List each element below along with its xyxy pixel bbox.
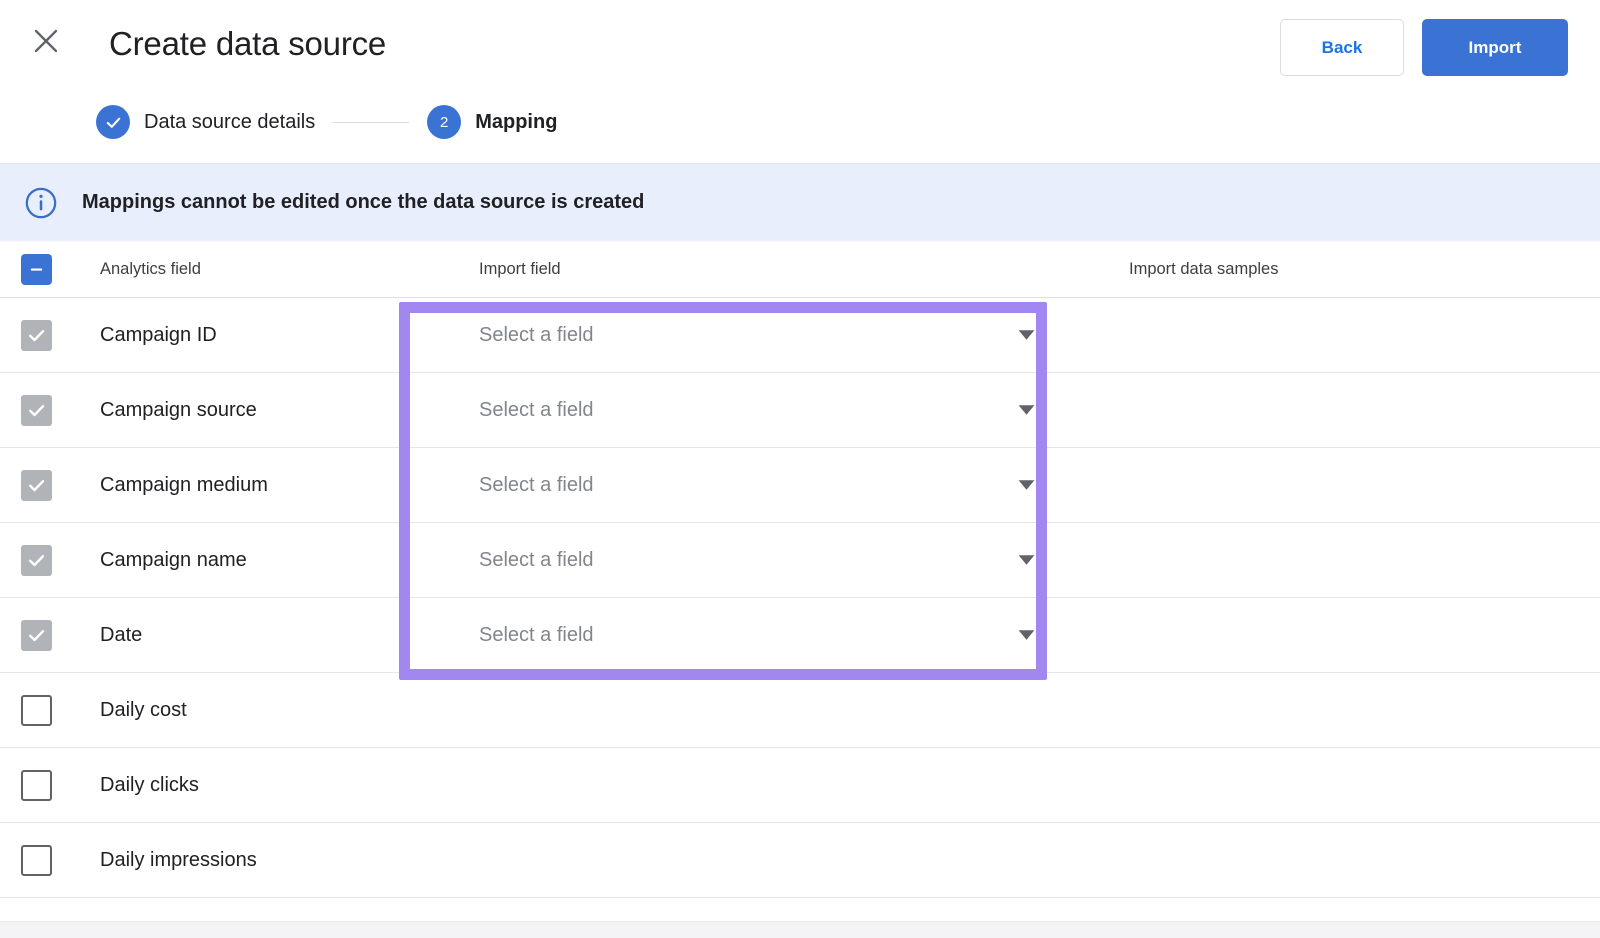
column-header-import-field: Import field — [438, 241, 1063, 297]
analytics-field-label: Campaign name — [100, 549, 438, 572]
row-checkbox-unchecked[interactable] — [21, 845, 52, 876]
info-banner: Mappings cannot be edited once the data … — [0, 163, 1600, 241]
row-checkbox-cell — [0, 695, 100, 726]
row-checkbox-cell — [0, 395, 100, 426]
table-row: Campaign name Select a field — [0, 523, 1600, 598]
import-field-select[interactable]: Select a field — [479, 298, 1063, 372]
wizard-stepper: Data source details 2 Mapping — [96, 104, 557, 140]
chevron-down-icon — [1018, 405, 1035, 416]
stepper-step-mapping[interactable]: 2 Mapping — [427, 105, 557, 139]
row-checkbox-checked — [21, 470, 52, 501]
row-checkbox-cell — [0, 470, 100, 501]
row-checkbox-cell — [0, 545, 100, 576]
analytics-field-label: Date — [100, 624, 438, 647]
chevron-down-icon — [1018, 555, 1035, 566]
import-field-select-value: Select a field — [479, 399, 594, 422]
import-field-select-value: Select a field — [479, 549, 594, 572]
import-field-select[interactable]: Select a field — [479, 373, 1063, 447]
analytics-field-label: Daily clicks — [100, 774, 438, 797]
table-row: Campaign source Select a field — [0, 373, 1600, 448]
row-checkbox-cell — [0, 620, 100, 651]
table-body: Campaign IDSelect a fieldCampaign source… — [0, 298, 1600, 898]
create-data-source-dialog: Create data source Back Import Data sour… — [0, 0, 1600, 938]
row-checkbox-unchecked[interactable] — [21, 695, 52, 726]
import-field-cell: Select a field — [438, 448, 1063, 522]
import-field-select-value: Select a field — [479, 324, 594, 347]
row-checkbox-checked — [21, 620, 52, 651]
table-row: Campaign ID Select a field — [0, 298, 1600, 373]
stepper-step-data-source-details[interactable]: Data source details — [96, 105, 315, 139]
import-field-select[interactable]: Select a field — [479, 523, 1063, 597]
stepper-connector — [333, 122, 409, 123]
table-row: Date Select a field — [0, 598, 1600, 673]
row-checkbox-cell — [0, 770, 100, 801]
import-field-cell: Select a field — [438, 598, 1063, 672]
analytics-field-label: Daily impressions — [100, 849, 438, 872]
table-row: Daily cost — [0, 673, 1600, 748]
analytics-field-label: Campaign ID — [100, 324, 438, 347]
row-checkbox-checked — [21, 545, 52, 576]
row-checkbox-unchecked[interactable] — [21, 770, 52, 801]
column-header-import-data-samples: Import data samples — [1063, 260, 1600, 279]
chevron-down-icon — [1018, 330, 1035, 341]
import-field-cell: Select a field — [438, 523, 1063, 597]
select-all-checkbox[interactable] — [21, 254, 52, 285]
header-actions: Back Import — [1280, 19, 1568, 76]
import-field-cell — [438, 748, 1063, 822]
stepper-label-data-source-details: Data source details — [144, 111, 315, 134]
table-header-row: Analytics field Import field Import data… — [0, 241, 1600, 298]
import-field-cell: Select a field — [438, 298, 1063, 372]
info-banner-text: Mappings cannot be edited once the data … — [82, 191, 644, 214]
chevron-down-icon — [1018, 630, 1035, 641]
page-title: Create data source — [109, 22, 386, 66]
info-icon — [18, 180, 64, 226]
import-field-select[interactable]: Select a field — [479, 598, 1063, 672]
analytics-field-label: Daily cost — [100, 699, 438, 722]
table-row: Daily clicks — [0, 748, 1600, 823]
close-icon[interactable] — [26, 21, 66, 61]
import-field-select-value: Select a field — [479, 474, 594, 497]
step-number-badge: 2 — [427, 105, 461, 139]
import-field-cell: Select a field — [438, 373, 1063, 447]
table-row: Daily impressions — [0, 823, 1600, 898]
analytics-field-label: Campaign medium — [100, 474, 438, 497]
back-button[interactable]: Back — [1280, 19, 1404, 76]
import-field-select-value: Select a field — [479, 624, 594, 647]
dialog-footer-strip — [0, 921, 1600, 938]
row-checkbox-cell — [0, 320, 100, 351]
table-row: Campaign medium Select a field — [0, 448, 1600, 523]
mapping-table: Analytics field Import field Import data… — [0, 241, 1600, 898]
import-field-cell — [438, 823, 1063, 897]
import-field-cell — [438, 673, 1063, 747]
chevron-down-icon — [1018, 480, 1035, 491]
stepper-label-mapping: Mapping — [475, 111, 557, 134]
import-field-select[interactable]: Select a field — [479, 448, 1063, 522]
select-all-cell — [0, 254, 100, 285]
row-checkbox-checked — [21, 320, 52, 351]
check-icon — [96, 105, 130, 139]
analytics-field-label: Campaign source — [100, 399, 438, 422]
dialog-header: Create data source Back Import — [0, 0, 1600, 95]
import-button[interactable]: Import — [1422, 19, 1568, 76]
row-checkbox-cell — [0, 845, 100, 876]
row-checkbox-checked — [21, 395, 52, 426]
column-header-analytics-field: Analytics field — [100, 260, 438, 279]
